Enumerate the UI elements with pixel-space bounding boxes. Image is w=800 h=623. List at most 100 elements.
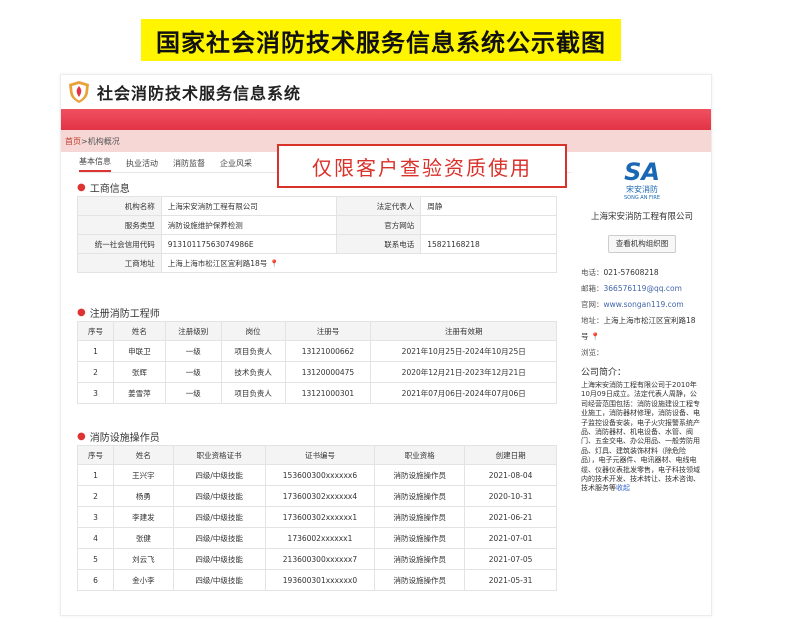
map-pin-icon[interactable]: 📍: [270, 259, 279, 268]
tab-basic-info[interactable]: 基本信息: [79, 156, 111, 172]
contact-email-row: 邮箱：366576119@qq.com: [581, 281, 703, 297]
table-row: 机构名称 上海宋安消防工程有限公司 法定代表人 周静: [77, 196, 557, 216]
table-cell: 2020-10-31: [464, 485, 557, 507]
table-cell: 6: [77, 569, 114, 591]
engineers-title: 注册消防工程师: [89, 309, 160, 320]
column-header: 序号: [77, 321, 114, 341]
value-address: 上海上海市松江区宜利路18号 📍: [160, 253, 558, 273]
shield-logo-icon: [69, 81, 89, 103]
table-cell: 四级/中级技能: [172, 506, 266, 528]
table-row: 2 张辉 一级 技术负责人 13120000475 2020年12月21日-20…: [77, 361, 557, 383]
label-legal-rep: 法定代表人: [336, 196, 422, 216]
contact-info: 电话：021-57608218 邮箱：366576119@qq.com 官网：w…: [581, 265, 703, 361]
table-row: 2 杨勇 四级/中级技能 173600302xxxxxx4 消防设施操作员 20…: [77, 485, 557, 507]
operators-section-title: ● 消防设施操作员: [77, 429, 160, 444]
org-chart-button[interactable]: 查看机构组织图: [608, 235, 676, 253]
table-cell: 13121000662: [284, 340, 372, 362]
table-cell: 2021年10月25日-2024年10月25日: [370, 340, 557, 362]
table-cell: 四级/中级技能: [172, 569, 266, 591]
value-legal-rep: 周静: [420, 196, 557, 216]
logo-english-name: SONG AN FIRE: [623, 195, 661, 201]
table-row: 6 金小李 四级/中级技能 193600301xxxxxx0 消防设施操作员 2…: [77, 569, 557, 591]
label-org-name: 机构名称: [77, 196, 162, 216]
contact-views-row: 浏览：: [581, 345, 703, 361]
bullet-icon: ●: [77, 307, 86, 318]
business-section-title: ● 工商信息: [77, 180, 130, 195]
table-cell: 一级: [164, 340, 222, 362]
column-header: 姓名: [112, 321, 166, 341]
table-cell: 张辉: [112, 361, 166, 383]
table-cell: 1736002xxxxxx1: [264, 527, 376, 549]
column-header: 序号: [77, 445, 114, 465]
table-cell: 四级/中级技能: [172, 464, 266, 486]
breadcrumb-current: 机构概况: [87, 136, 120, 146]
table-cell: 3: [77, 506, 114, 528]
table-cell: 申联卫: [112, 340, 166, 362]
table-cell: 四级/中级技能: [172, 485, 266, 507]
label-service-type: 服务类型: [77, 215, 162, 235]
table-cell: 杨勇: [112, 485, 174, 507]
table-row: 3 姜雪萍 一级 项目负责人 13121000301 2021年07月06日-2…: [77, 382, 557, 404]
bullet-icon: ●: [77, 431, 86, 442]
table-cell: 消防设施操作员: [374, 527, 466, 549]
company-logo: SA 宋安消防 SONG AN FIRE: [581, 160, 703, 201]
table-cell: 173600302xxxxxx1: [264, 506, 376, 528]
table-row: 统一社会信用代码 91310117563074986E 联系电话 1582116…: [77, 234, 557, 254]
phone-value: 021-57608218: [603, 268, 659, 277]
map-pin-icon[interactable]: 📍: [591, 332, 600, 341]
table-cell: 2: [77, 361, 114, 383]
table-cell: 1: [77, 464, 114, 486]
value-website[interactable]: [420, 215, 557, 235]
table-cell: 2021-05-31: [464, 569, 557, 591]
table-row: 工商地址 上海上海市松江区宜利路18号 📍: [77, 253, 558, 273]
collapse-link[interactable]: 收起: [616, 484, 630, 492]
page-banner: 国家社会消防技术服务信息系统公示截图: [141, 19, 621, 61]
table-cell: 消防设施操作员: [374, 464, 466, 486]
value-org-name: 上海宋安消防工程有限公司: [160, 196, 338, 216]
table-cell: 4: [77, 527, 114, 549]
tab-company-style[interactable]: 企业风采: [220, 158, 252, 172]
table-cell: 四级/中级技能: [172, 548, 266, 570]
email-label: 邮箱：: [581, 284, 604, 293]
label-phone: 联系电话: [336, 234, 422, 254]
tab-supervision[interactable]: 消防监督: [173, 158, 205, 172]
column-header: 创建日期: [464, 445, 557, 465]
table-cell: 13121000301: [284, 382, 372, 404]
operators-title: 消防设施操作员: [89, 433, 160, 444]
company-name: 上海宋安消防工程有限公司: [590, 212, 693, 222]
column-header: 姓名: [112, 445, 174, 465]
table-cell: 13120000475: [284, 361, 372, 383]
value-credit-code: 91310117563074986E: [160, 234, 338, 254]
table-cell: 消防设施操作员: [374, 506, 466, 528]
table-cell: 一级: [164, 361, 222, 383]
bullet-icon: ●: [77, 182, 86, 193]
company-sidebar: SA 宋安消防 SONG AN FIRE 上海宋安消防工程有限公司 查看机构组织…: [581, 152, 703, 494]
web-link[interactable]: www.songan119.com: [604, 300, 684, 309]
value-phone: 15821168218: [420, 234, 557, 254]
email-value[interactable]: 366576119@qq.com: [604, 284, 682, 293]
company-intro: 上海宋安消防工程有限公司于2010年10月09日成立。法定代表人周静，公司经营范…: [581, 381, 703, 494]
logo-mark: SA: [624, 158, 660, 186]
breadcrumb-home[interactable]: 首页: [65, 136, 81, 147]
table-cell: 153600300xxxxxx6: [264, 464, 376, 486]
table-cell: 消防设施操作员: [374, 485, 466, 507]
table-cell: 2020年12月21日-2023年12月21日: [370, 361, 557, 383]
operators-table: 序号 姓名 职业资格证书 证书编号 职业资格 创建日期 1 王兴宇 四级/中级技…: [77, 445, 557, 591]
table-cell: 5: [77, 548, 114, 570]
tab-practice[interactable]: 执业活动: [126, 158, 158, 172]
table-cell: 173600302xxxxxx4: [264, 485, 376, 507]
column-header: 注册级别: [164, 321, 222, 341]
contact-address-row: 地址：上海上海市松江区宜利路18号 📍: [581, 313, 703, 345]
table-cell: 193600301xxxxxx0: [264, 569, 376, 591]
table-row: 1 王兴宇 四级/中级技能 153600300xxxxxx6 消防设施操作员 2…: [77, 464, 557, 486]
label-address: 工商地址: [77, 253, 162, 273]
value-service-type: 消防设施维护保养检测: [160, 215, 338, 235]
table-cell: 2021-07-01: [464, 527, 557, 549]
table-cell: 2021-07-05: [464, 548, 557, 570]
table-cell: 2021-08-04: [464, 464, 557, 486]
table-cell: 2: [77, 485, 114, 507]
table-cell: 姜雪萍: [112, 382, 166, 404]
table-cell: 王兴宇: [112, 464, 174, 486]
table-cell: 金小李: [112, 569, 174, 591]
table-cell: 四级/中级技能: [172, 527, 266, 549]
